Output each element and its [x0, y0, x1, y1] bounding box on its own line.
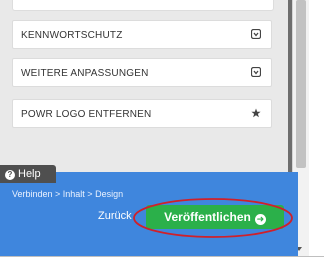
- settings-item-password-protection[interactable]: KENNWORTSCHUTZ: [12, 20, 272, 49]
- settings-item-partial[interactable]: [12, 0, 274, 11]
- arrow-right-circle-icon: ➜: [254, 214, 266, 225]
- breadcrumb: Verbinden > Inhalt > Design: [12, 189, 124, 199]
- settings-item-label: WEITERE ANPASSUNGEN: [21, 68, 149, 79]
- settings-item-remove-powr-logo[interactable]: POWR LOGO ENTFERNEN: [12, 99, 272, 128]
- star-icon: [251, 108, 261, 118]
- expand-box-icon: [251, 29, 261, 39]
- expand-box-icon: [251, 67, 261, 77]
- scrollbar-thumb[interactable]: [296, 0, 306, 168]
- settings-item-more-customizations[interactable]: WEITERE ANPASSUNGEN: [12, 58, 272, 87]
- publish-label: Veröffentlichen: [164, 210, 251, 224]
- help-label: Help: [18, 168, 41, 180]
- settings-item-label: KENNWORTSCHUTZ: [21, 30, 123, 41]
- window-bottom-edge: [0, 256, 324, 257]
- help-button[interactable]: ? Help: [0, 165, 56, 183]
- settings-item-label: POWR LOGO ENTFERNEN: [21, 109, 152, 120]
- question-circle-icon: ?: [5, 170, 15, 180]
- back-link[interactable]: Zurück: [98, 210, 132, 222]
- publish-button[interactable]: Veröffentlichen ➜: [146, 205, 284, 229]
